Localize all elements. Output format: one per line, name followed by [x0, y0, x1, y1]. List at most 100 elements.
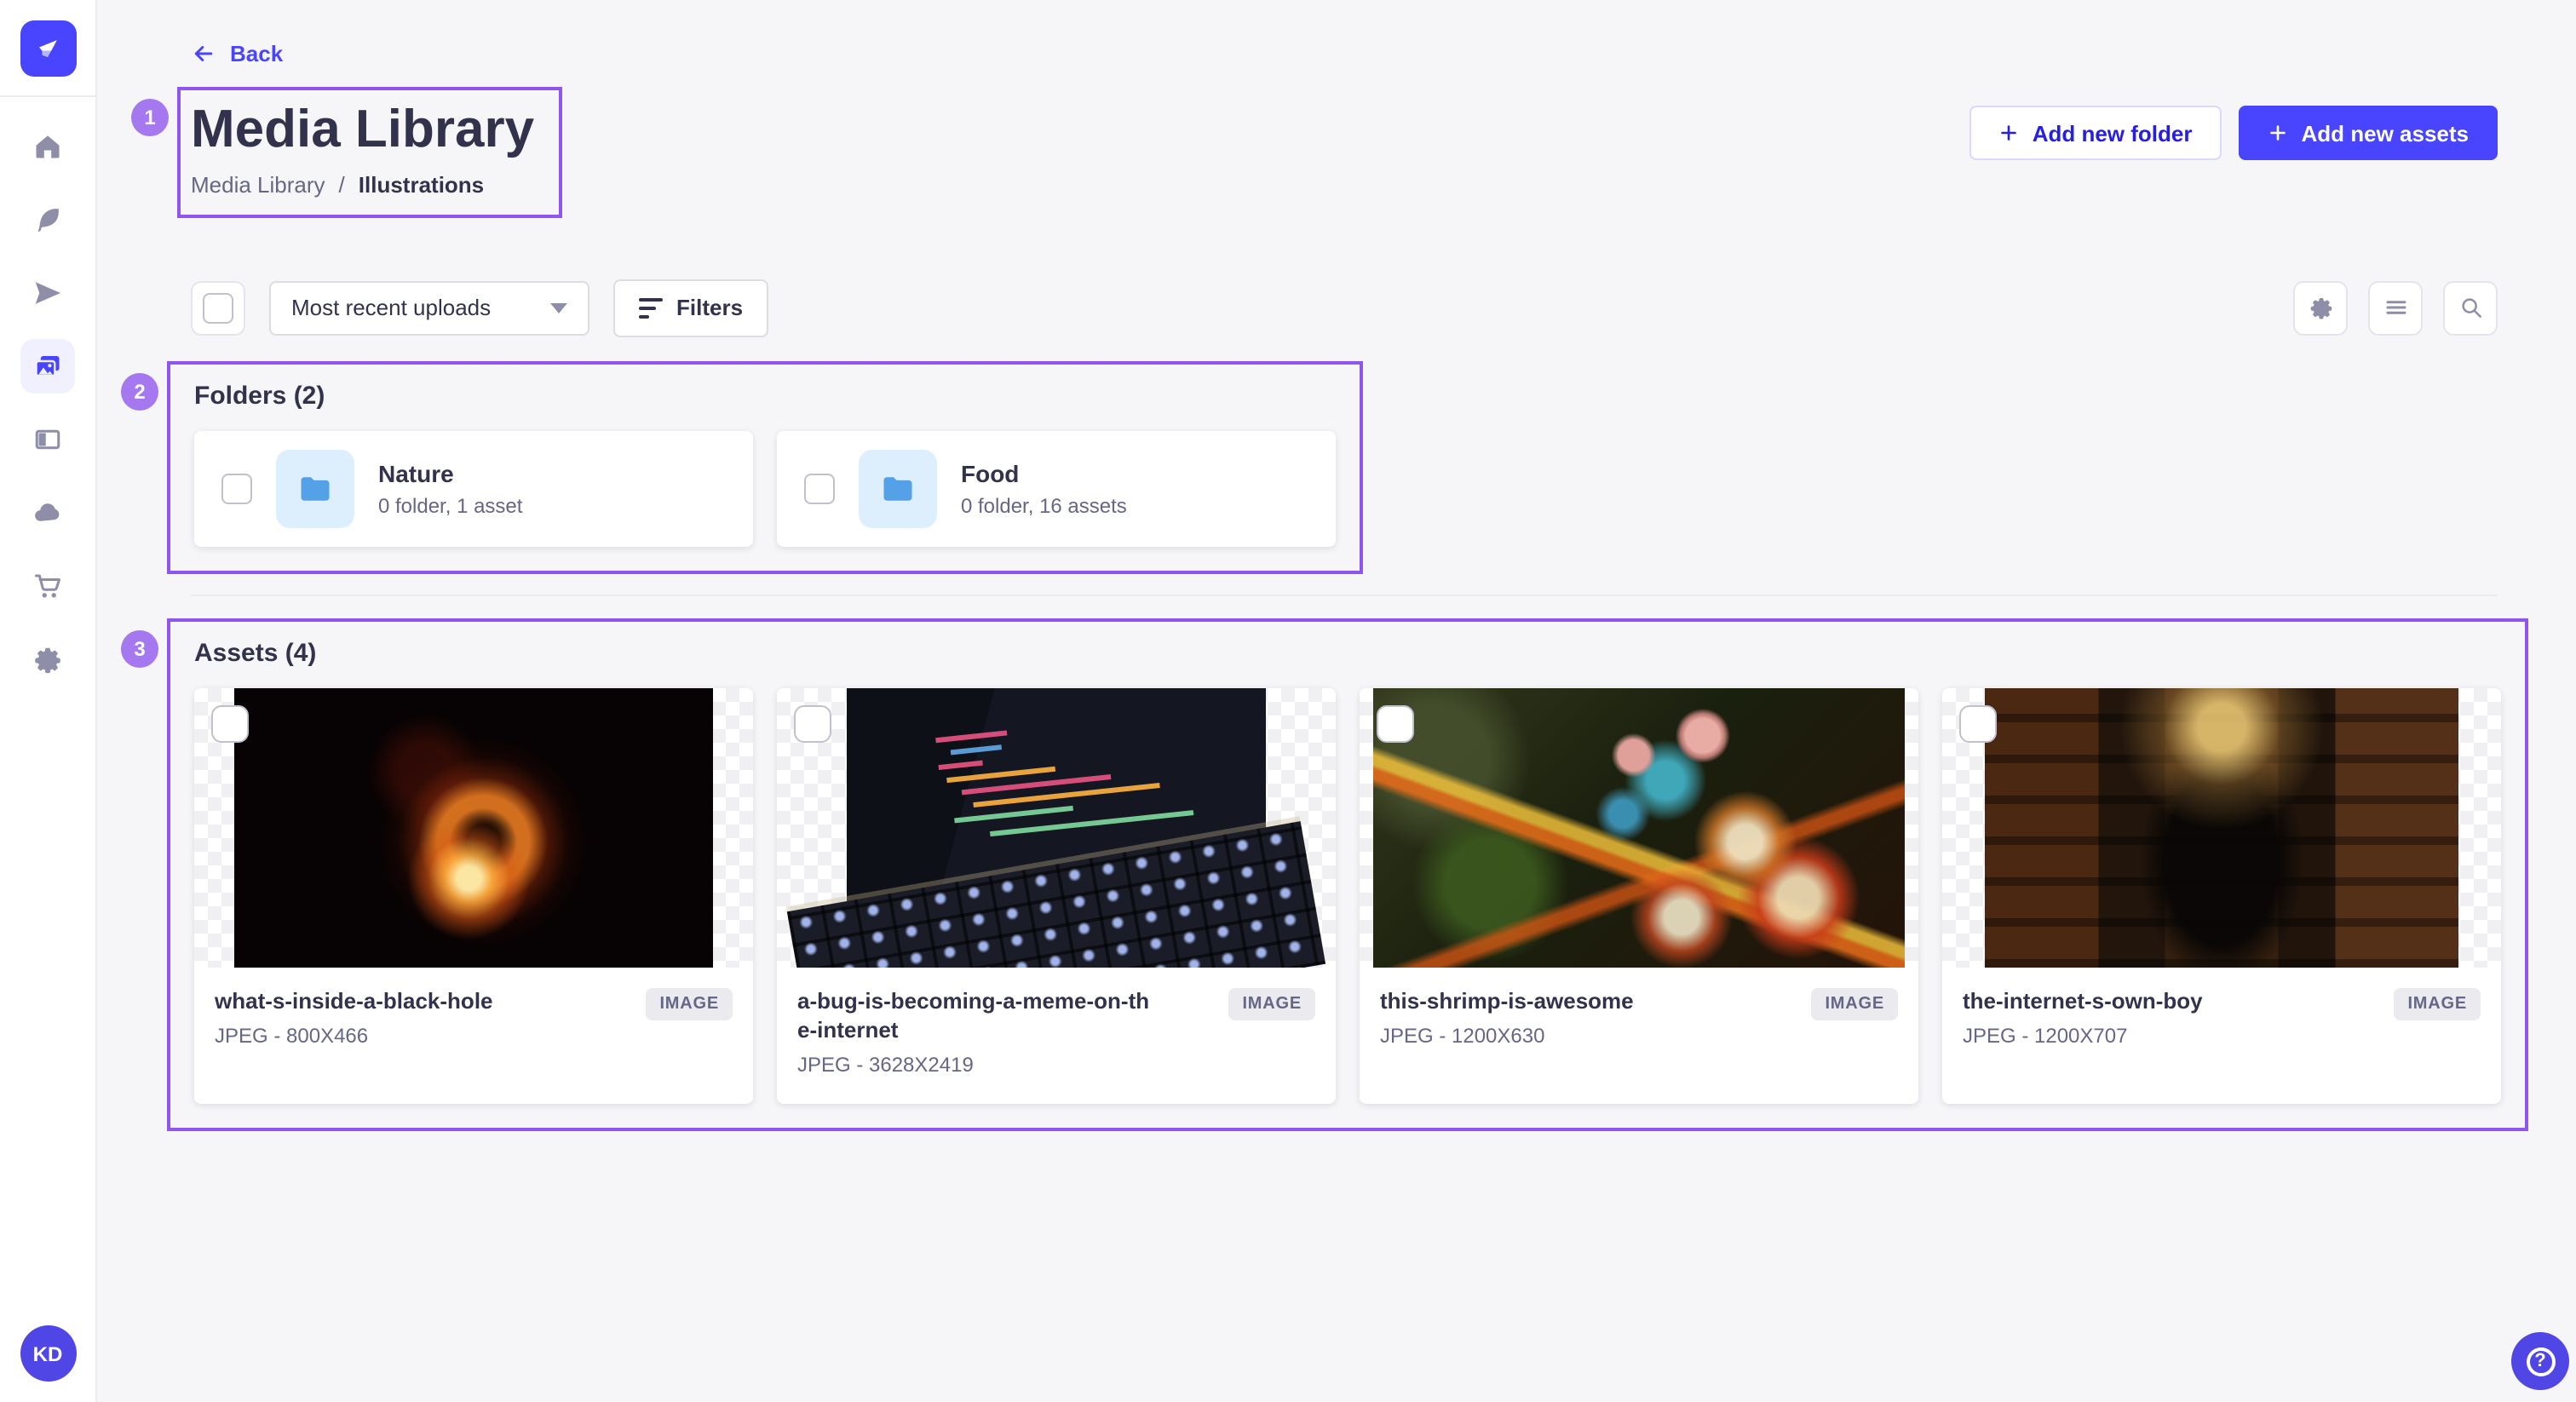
- asset-type-badge: IMAGE: [646, 988, 733, 1020]
- sidebar-item-content-builder[interactable]: [20, 192, 75, 247]
- asset-info: this-shrimp-is-awesome JPEG - 1200X630 I…: [1360, 968, 1918, 1075]
- back-link[interactable]: Back: [191, 41, 283, 66]
- toolbar-right: [2293, 281, 2498, 336]
- asset-name: a-bug-is-becoming-a-meme-on-the-internet: [797, 988, 1159, 1046]
- asset-type-badge: IMAGE: [1811, 988, 1898, 1020]
- asset-name: what-s-inside-a-black-hole: [215, 988, 493, 1017]
- help-button[interactable]: ?: [2511, 1332, 2569, 1390]
- library-portrait-image: [1985, 688, 2458, 968]
- folder-card-food[interactable]: Food 0 folder, 16 assets: [777, 431, 1336, 547]
- annotation-box-title: 1 Media Library Media Library / Illustra…: [177, 87, 561, 218]
- add-new-assets-label: Add new assets: [2301, 120, 2469, 146]
- add-new-assets-button[interactable]: Add new assets: [2238, 106, 2498, 160]
- folder-meta: 0 folder, 16 assets: [961, 494, 1127, 518]
- filter-icon: [639, 298, 663, 319]
- folder-list: Nature 0 folder, 1 asset Food 0 folder, …: [194, 431, 1336, 547]
- strapi-logo-icon: [31, 32, 65, 66]
- folder-name: Nature: [378, 460, 522, 487]
- header-buttons: Add new folder Add new assets: [1969, 106, 2498, 160]
- main-content: Back 1 Media Library Media Library / Ill…: [95, 0, 2576, 1402]
- asset-list: what-s-inside-a-black-hole JPEG - 800X46…: [194, 688, 2501, 1104]
- toolbar: Most recent uploads Filters: [191, 279, 2498, 337]
- folder-name: Food: [961, 460, 1127, 487]
- sidebar: KD: [0, 0, 97, 1402]
- folders-heading: Folders (2): [194, 382, 1336, 411]
- asset-checkbox[interactable]: [794, 705, 831, 743]
- chevron-down-icon: [550, 303, 567, 313]
- folder-checkbox[interactable]: [221, 474, 252, 504]
- back-arrow-icon: [191, 41, 216, 66]
- sidebar-item-media-library[interactable]: [20, 339, 75, 394]
- question-mark-icon: ?: [2526, 1347, 2555, 1376]
- breadcrumb: Media Library / Illustrations: [191, 172, 534, 198]
- settings-gear-icon: [32, 644, 63, 675]
- asset-thumbnail: [1360, 688, 1918, 968]
- cart-icon: [32, 571, 63, 601]
- strapi-logo[interactable]: [20, 20, 76, 77]
- asset-checkbox[interactable]: [211, 705, 249, 743]
- search-icon: [2458, 296, 2483, 321]
- plus-icon: [2267, 123, 2287, 143]
- asset-meta: JPEG - 800X466: [215, 1023, 493, 1047]
- asset-card-internets-own-boy[interactable]: the-internet-s-own-boy JPEG - 1200X707 I…: [1942, 688, 2501, 1104]
- asset-meta: JPEG - 1200X707: [1963, 1023, 2203, 1047]
- select-all-checkbox[interactable]: [203, 293, 233, 324]
- folder-card-nature[interactable]: Nature 0 folder, 1 asset: [194, 431, 753, 547]
- asset-thumbnail: [777, 688, 1336, 968]
- user-avatar[interactable]: KD: [20, 1325, 76, 1382]
- folder-checkbox[interactable]: [804, 474, 835, 504]
- asset-checkbox[interactable]: [1959, 705, 1997, 743]
- asset-card-bug-meme[interactable]: a-bug-is-becoming-a-meme-on-the-internet…: [777, 688, 1336, 1104]
- asset-type-badge: IMAGE: [2394, 988, 2481, 1020]
- filters-label: Filters: [676, 296, 743, 321]
- annotation-badge-3: 3: [121, 630, 158, 668]
- plus-icon: [1998, 123, 2019, 143]
- feather-icon: [32, 204, 63, 235]
- add-new-folder-label: Add new folder: [2033, 120, 2193, 146]
- filters-button[interactable]: Filters: [613, 279, 768, 337]
- header-row: 1 Media Library Media Library / Illustra…: [191, 87, 2498, 218]
- asset-checkbox[interactable]: [1377, 705, 1414, 743]
- asset-name: this-shrimp-is-awesome: [1380, 988, 1634, 1017]
- asset-card-black-hole[interactable]: what-s-inside-a-black-hole JPEG - 800X46…: [194, 688, 753, 1104]
- sidebar-item-content-manager[interactable]: [20, 412, 75, 467]
- black-hole-image: [234, 688, 713, 968]
- gear-icon: [2308, 296, 2333, 321]
- breadcrumb-separator: /: [339, 172, 345, 198]
- back-label: Back: [230, 41, 283, 66]
- sort-dropdown[interactable]: Most recent uploads: [269, 281, 589, 336]
- asset-meta: JPEG - 1200X630: [1380, 1023, 1634, 1047]
- sidebar-item-home[interactable]: [20, 119, 75, 174]
- sidebar-item-releases[interactable]: [20, 266, 75, 320]
- sidebar-item-marketplace[interactable]: [20, 559, 75, 613]
- asset-card-shrimp[interactable]: this-shrimp-is-awesome JPEG - 1200X630 I…: [1360, 688, 1918, 1104]
- asset-thumbnail: [1942, 688, 2501, 968]
- sidebar-nav: [20, 119, 75, 687]
- add-new-folder-button[interactable]: Add new folder: [1969, 106, 2222, 160]
- send-icon: [32, 278, 63, 308]
- laptop-code-image: [847, 688, 1266, 968]
- sidebar-item-cloud[interactable]: [20, 486, 75, 540]
- layout-icon: [32, 424, 63, 455]
- breadcrumb-parent[interactable]: Media Library: [191, 172, 325, 198]
- asset-info: the-internet-s-own-boy JPEG - 1200X707 I…: [1942, 968, 2501, 1075]
- breadcrumb-current: Illustrations: [359, 172, 484, 198]
- media-library-icon: [32, 351, 63, 382]
- folder-texts: Nature 0 folder, 1 asset: [378, 460, 522, 518]
- sidebar-item-settings[interactable]: [20, 632, 75, 687]
- home-icon: [32, 131, 63, 162]
- folder-tile: [276, 450, 354, 528]
- view-settings-button[interactable]: [2293, 281, 2348, 336]
- asset-texts: this-shrimp-is-awesome JPEG - 1200X630: [1380, 988, 1634, 1048]
- search-button[interactable]: [2443, 281, 2498, 336]
- page-title: Media Library: [191, 97, 534, 164]
- asset-type-badge: IMAGE: [1228, 988, 1315, 1020]
- asset-meta: JPEG - 3628X2419: [797, 1052, 1159, 1076]
- asset-texts: the-internet-s-own-boy JPEG - 1200X707: [1963, 988, 2203, 1048]
- list-view-button[interactable]: [2368, 281, 2423, 336]
- annotation-badge-1: 1: [131, 99, 169, 136]
- folder-icon: [296, 470, 334, 508]
- assets-heading: Assets (4): [194, 639, 2501, 668]
- folder-meta: 0 folder, 1 asset: [378, 494, 522, 518]
- asset-name: the-internet-s-own-boy: [1963, 988, 2203, 1017]
